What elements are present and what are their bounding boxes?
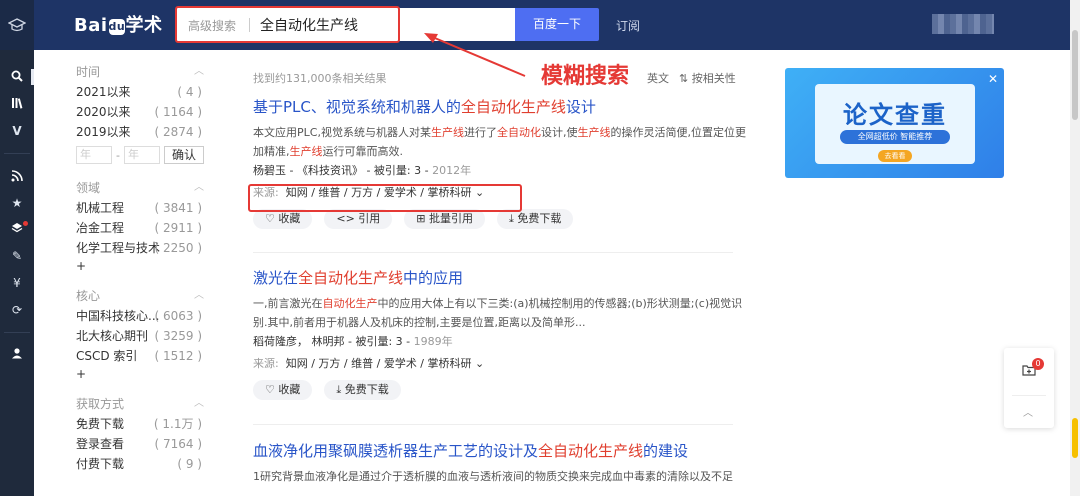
result-divider [253, 424, 733, 425]
scrollbar-thumb[interactable] [1072, 30, 1078, 120]
subscribe-link[interactable]: 订阅 [616, 17, 640, 34]
filter-item[interactable]: 2020以来( 1164 ) [76, 102, 206, 122]
search-icon[interactable] [10, 70, 24, 84]
rail-divider [4, 332, 30, 333]
yen-icon[interactable]: ¥ [10, 276, 24, 290]
close-icon[interactable]: ✕ [988, 72, 998, 86]
filter-item[interactable]: 机械工程( 3841 ) [76, 198, 206, 218]
result-actions: ♡ 收藏 ⤓ 免费下载 [253, 380, 748, 400]
filter-item[interactable]: 冶金工程( 2911 ) [76, 218, 206, 238]
floating-toolbar: 0 ︿ [1004, 348, 1054, 428]
ad-subtitle: 全网超低价 智能推荐 [840, 130, 950, 144]
sort-button[interactable]: ⇅ 按相关性 [679, 70, 736, 86]
v-icon[interactable]: V [10, 124, 24, 138]
filter-item[interactable]: 2019以来( 2874 ) [76, 122, 206, 142]
user-icon[interactable] [10, 347, 24, 361]
annotation-label: 模糊搜索 [541, 64, 630, 89]
filter-item[interactable]: 登录查看( 7164 ) [76, 434, 206, 454]
ad-title: 论文查重 [843, 101, 947, 129]
more-button[interactable]: + [76, 258, 206, 274]
english-filter[interactable]: 英文 [647, 70, 669, 86]
result-sources[interactable]: 来源: 知网 / 万方 / 维普 / 爱学术 / 掌桥科研 ⌄ [253, 356, 748, 372]
filter-header-core[interactable]: 核心 ︿ [76, 286, 206, 306]
result-actions: ♡ 收藏 <> 引用 ⊞ 批量引用 ⤓ 免费下载 [253, 209, 748, 229]
rail-divider [4, 153, 30, 154]
filter-item[interactable]: 2021以来( 4 ) [76, 82, 206, 102]
active-indicator [31, 69, 34, 85]
notification-dot-icon [23, 221, 28, 226]
plagiarism-check-ad[interactable]: 论文查重 全网超低价 智能推荐 去看看 ✕ [785, 68, 1004, 178]
filter-item[interactable]: 北大核心期刊( 3259 ) [76, 326, 206, 346]
filter-header-time[interactable]: 时间 ︿ [76, 62, 206, 82]
result-count: 找到约131,000条相关结果 [253, 72, 387, 85]
chevron-up-icon: ︿ [194, 398, 204, 409]
baidu-scholar-logo[interactable]: Baidu学术 [74, 11, 163, 37]
highlight-box-sources [248, 184, 522, 212]
year-range: 年 - 年 确认 [76, 144, 206, 166]
filter-item[interactable]: 免费下载( 1.1万 ) [76, 414, 206, 434]
result-item: 激光在全自动化生产线中的应用 一,前言激光在自动化生产中的应用大体上有以下三类:… [253, 268, 748, 400]
highlight-box-search [175, 6, 400, 43]
favorite-button[interactable]: ♡ 收藏 [253, 209, 313, 229]
star-icon[interactable]: ★ [10, 196, 24, 210]
filter-sidebar: 时间 ︿ 2021以来( 4 ) 2020以来( 1164 ) 2019以来( 2… [76, 62, 206, 474]
filter-header-field[interactable]: 领域 ︿ [76, 178, 206, 198]
year-from-input[interactable]: 年 [76, 146, 112, 164]
cite-button[interactable]: <> 引用 [324, 209, 393, 229]
more-button[interactable]: + [76, 366, 206, 382]
left-rail: V ★ ✎ ¥ ⟳ [0, 0, 34, 496]
ad-button[interactable]: 去看看 [878, 150, 912, 162]
result-divider [253, 252, 733, 253]
free-download-button[interactable]: ⤓ 免费下载 [324, 380, 401, 400]
refresh-icon[interactable]: ⟳ [10, 303, 24, 317]
chevron-up-icon: ︿ [194, 66, 204, 77]
result-title[interactable]: 血液净化用聚砜膜透析器生产工艺的设计及全自动化生产线的建设 [253, 441, 748, 461]
library-icon[interactable] [10, 97, 24, 111]
sort-icon: ⇅ [679, 72, 692, 85]
filter-header-access[interactable]: 获取方式 ︿ [76, 394, 206, 414]
rss-icon[interactable] [10, 170, 24, 184]
result-meta: 稻荷隆彦， 林明邦 - 被引量: 3 - 1989年 [253, 335, 453, 348]
free-download-button[interactable]: ⤓ 免费下载 [497, 209, 574, 229]
result-title[interactable]: 基于PLC、视觉系统和机器人的全自动化生产线设计 [253, 97, 748, 117]
paw-icon: du [108, 19, 126, 35]
filter-item[interactable]: 中国科技核心...( 6063 ) [76, 306, 206, 326]
filter-item[interactable]: 付费下载( 9 ) [76, 454, 206, 474]
result-abstract: 1研究背景血液净化是通过介于透析膜的血液与透析液间的物质交换来完成血中毒素的清除… [253, 470, 733, 483]
layers-icon[interactable] [10, 221, 28, 236]
result-abstract: 一,前言激光在自动化生产中的应用大体上有以下三类:(a)机械控制用的传感器;(b… [253, 297, 743, 329]
panel-divider [1012, 395, 1046, 396]
pen-icon[interactable]: ✎ [10, 249, 24, 263]
filter-item[interactable]: 化学工程与技术( 2250 ) [76, 238, 206, 258]
result-title[interactable]: 激光在全自动化生产线中的应用 [253, 268, 748, 288]
year-to-input[interactable]: 年 [123, 146, 160, 164]
blurred-username[interactable] [932, 14, 994, 34]
scroll-marker [1072, 418, 1078, 458]
confirm-button[interactable]: 确认 [163, 146, 204, 164]
chevron-up-icon: ︿ [194, 290, 204, 301]
result-item: 血液净化用聚砜膜透析器生产工艺的设计及全自动化生产线的建设 1研究背景血液净化是… [253, 441, 748, 486]
favorite-button[interactable]: ♡ 收藏 [253, 380, 313, 400]
chevron-up-icon[interactable]: ︿ [1023, 404, 1033, 419]
count-badge: 0 [1032, 358, 1044, 370]
filter-item[interactable]: CSCD 索引( 1512 ) [76, 346, 206, 366]
result-abstract: 本文应用PLC,视觉系统与机器人对某生产线进行了全自动化设计,使生产线的操作灵活… [253, 126, 746, 158]
result-meta: 杨碧玉 - 《科技资讯》 - 被引量: 3 - 2012年 [253, 164, 472, 177]
annotation-arrow [424, 33, 526, 77]
graduation-cap-icon[interactable] [0, 0, 34, 50]
chevron-up-icon: ︿ [194, 182, 204, 193]
batch-cite-button[interactable]: ⊞ 批量引用 [404, 209, 486, 229]
